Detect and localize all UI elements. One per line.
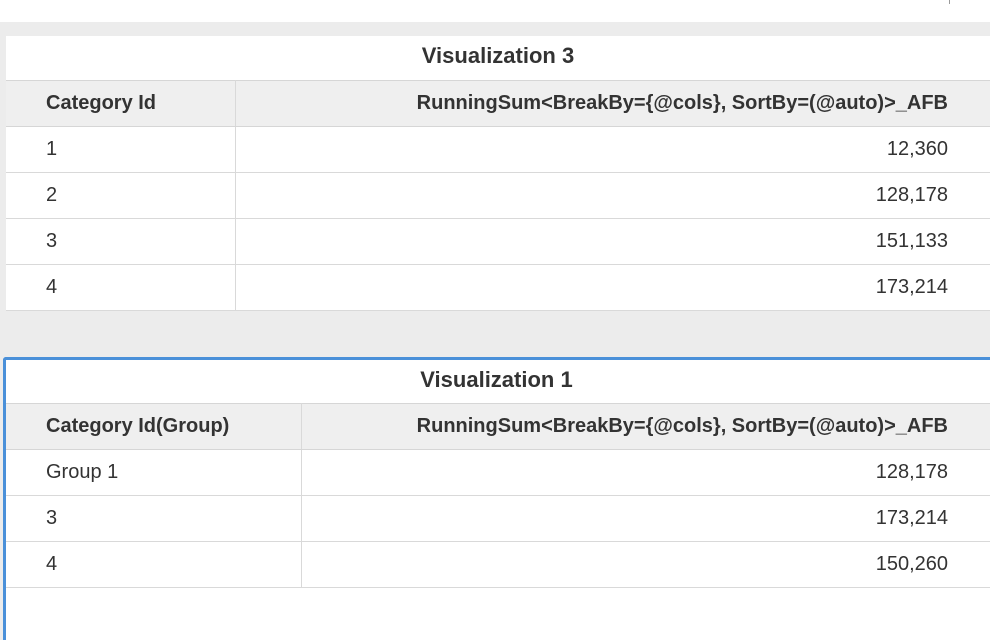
table-cell: 12,360 xyxy=(235,126,990,173)
column-header-category-id[interactable]: Category Id xyxy=(6,80,236,127)
toolbar-divider xyxy=(949,0,950,4)
table-cell: Group 1 xyxy=(6,449,302,496)
visualization-panel-3[interactable]: Visualization 3 Category Id RunningSum<B… xyxy=(6,36,990,311)
table-cell: 4 xyxy=(6,264,236,311)
table-cell: 150,260 xyxy=(301,541,990,588)
table-row[interactable]: 4 173,214 xyxy=(6,264,990,311)
table-row[interactable]: Group 1 128,178 xyxy=(6,449,990,496)
table-row[interactable]: 1 12,360 xyxy=(6,126,990,173)
table-cell: 3 xyxy=(6,218,236,265)
table-row[interactable]: 3 173,214 xyxy=(6,495,990,542)
table-cell: 173,214 xyxy=(235,264,990,311)
table-cell: 128,178 xyxy=(235,172,990,219)
visualization-panel-1[interactable]: Visualization 1 Category Id(Group) Runni… xyxy=(3,357,990,640)
table-header-row: Category Id(Group) RunningSum<BreakBy={@… xyxy=(6,403,990,450)
table-row[interactable]: 2 128,178 xyxy=(6,172,990,219)
visualization-title: Visualization 3 xyxy=(421,43,575,68)
table-cell: 151,133 xyxy=(235,218,990,265)
top-toolbar xyxy=(0,0,990,22)
table-row[interactable]: 3 151,133 xyxy=(6,218,990,265)
column-header-running-sum[interactable]: RunningSum<BreakBy={@cols}, SortBy=(@aut… xyxy=(301,403,990,450)
data-table: Category Id(Group) RunningSum<BreakBy={@… xyxy=(6,403,990,588)
table-cell: 173,214 xyxy=(301,495,990,542)
data-table: Category Id RunningSum<BreakBy={@cols}, … xyxy=(6,80,990,311)
table-cell: 4 xyxy=(6,541,302,588)
table-cell: 3 xyxy=(6,495,302,542)
table-cell: 2 xyxy=(6,172,236,219)
table-cell: 128,178 xyxy=(301,449,990,496)
visualization-title: Visualization 1 xyxy=(420,367,573,392)
column-header-category-id-group[interactable]: Category Id(Group) xyxy=(6,403,302,450)
column-header-running-sum[interactable]: RunningSum<BreakBy={@cols}, SortBy=(@aut… xyxy=(235,80,990,127)
table-cell: 1 xyxy=(6,126,236,173)
table-header-row: Category Id RunningSum<BreakBy={@cols}, … xyxy=(6,80,990,127)
table-row[interactable]: 4 150,260 xyxy=(6,541,990,588)
